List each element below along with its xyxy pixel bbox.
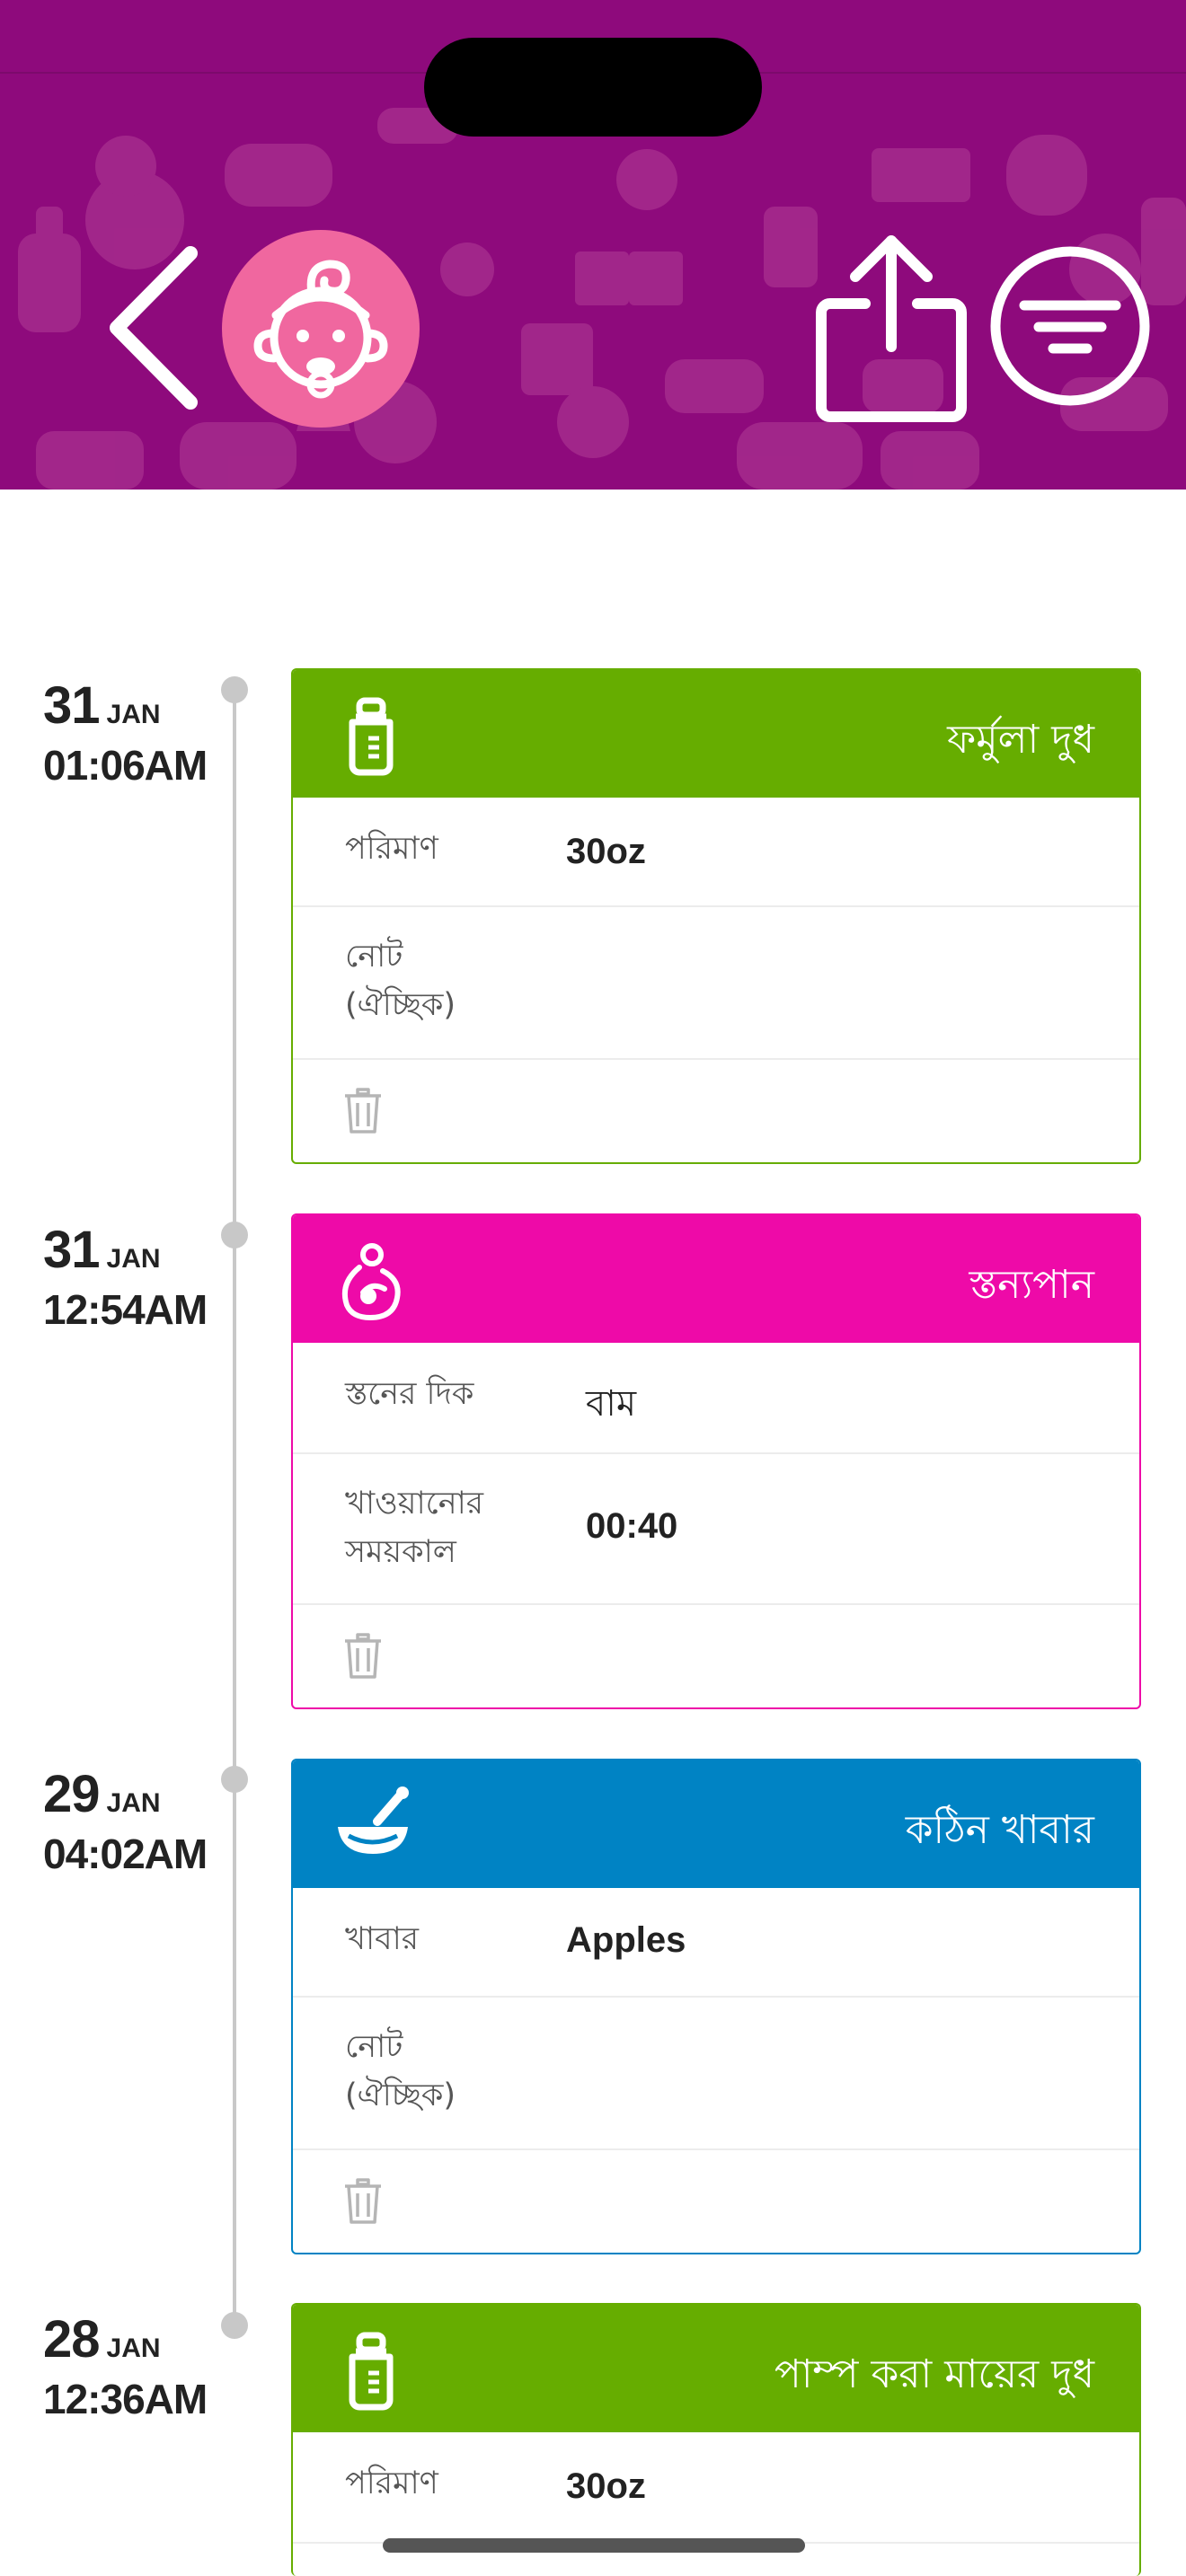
entry-time: 04:02AM xyxy=(43,1831,208,1877)
entry-date: 31 JAN 01:06AM xyxy=(43,675,232,790)
note-label: নোট (ঐচ্ছিক) xyxy=(345,2029,456,2113)
mortar-bowl-icon xyxy=(338,1786,409,1854)
breastfeeding-icon xyxy=(341,1243,401,1321)
food-row: খাবার Apples xyxy=(293,1888,1139,1998)
note-row[interactable]: নোট (ঐচ্ছিক) xyxy=(293,1998,1139,2150)
amount-value: 30oz xyxy=(566,832,646,871)
entry-day: 28 xyxy=(43,2310,101,2369)
entry-day: 31 xyxy=(43,1221,101,1279)
card-title: স্তন্যপান xyxy=(969,1262,1094,1308)
baby-avatar-button[interactable] xyxy=(222,230,420,428)
entry-day: 31 xyxy=(43,676,101,735)
bottle-icon xyxy=(349,2332,394,2411)
amount-value: 30oz xyxy=(566,2466,646,2506)
dynamic-island xyxy=(424,38,762,137)
trash-icon[interactable] xyxy=(343,1085,383,1135)
entry-date: 31 JAN 12:54AM xyxy=(43,1220,232,1334)
solid-food-card[interactable]: কঠিন খাবার খাবার Apples নোট (ঐচ্ছিক) xyxy=(291,1759,1141,2254)
back-button[interactable] xyxy=(101,243,208,413)
card-header: স্তন্যপান xyxy=(293,1215,1139,1343)
card-title: ফর্মুলা দুধ xyxy=(947,717,1094,763)
entry-month: JAN xyxy=(106,2333,161,2363)
food-value: Apples xyxy=(566,1920,686,1960)
amount-row: পরিমাণ 30oz xyxy=(293,2432,1139,2544)
breastfeeding-card[interactable]: স্তন্যপান স্তনের দিক বাম খাওয়ানোর সময়ক… xyxy=(291,1213,1141,1709)
breast-side-label: স্তনের দিক xyxy=(345,1376,474,1412)
feeding-duration-row: খাওয়ানোর সময়কাল 00:40 xyxy=(293,1454,1139,1605)
entry-month: JAN xyxy=(106,1244,161,1274)
entry-month: JAN xyxy=(106,1788,161,1818)
filter-icon xyxy=(990,246,1150,406)
breast-side-row: স্তনের দিক বাম xyxy=(293,1343,1139,1454)
entry-time: 01:06AM xyxy=(43,742,208,789)
entry-time: 12:54AM xyxy=(43,1286,208,1333)
card-title: পাম্প করা মায়ের দুধ xyxy=(774,2351,1094,2397)
amount-label: পরিমাণ xyxy=(345,831,438,867)
bottle-icon xyxy=(349,697,394,776)
note-label: নোট (ঐচ্ছিক) xyxy=(345,939,456,1023)
home-indicator[interactable] xyxy=(383,2538,805,2553)
card-header: পাম্প করা মায়ের দুধ xyxy=(293,2305,1139,2432)
amount-label: পরিমাণ xyxy=(345,2466,438,2501)
pumped-milk-card[interactable]: পাম্প করা মায়ের দুধ পরিমাণ 30oz xyxy=(291,2303,1141,2576)
note-row[interactable]: নোট (ঐচ্ছিক) xyxy=(293,907,1139,1060)
share-button[interactable] xyxy=(816,232,967,424)
filter-button[interactable] xyxy=(988,244,1152,408)
trash-icon[interactable] xyxy=(343,2175,383,2226)
delete-row xyxy=(293,1060,1139,1162)
breast-side-value: বাম xyxy=(586,1383,637,1425)
card-header: কঠিন খাবার xyxy=(293,1760,1139,1888)
feeding-duration-value: 00:40 xyxy=(586,1506,678,1546)
entry-date: 28 JAN 12:36AM xyxy=(43,2309,232,2423)
formula-milk-card[interactable]: ফর্মুলা দুধ পরিমাণ 30oz নোট (ঐচ্ছিক) xyxy=(291,668,1141,1164)
entry-day: 29 xyxy=(43,1765,101,1823)
delete-row xyxy=(293,2150,1139,2253)
entry-time: 12:36AM xyxy=(43,2376,208,2422)
card-header: ফর্মুলা দুধ xyxy=(293,670,1139,798)
entry-month: JAN xyxy=(106,700,161,729)
entry-date: 29 JAN 04:02AM xyxy=(43,1764,232,1878)
timeline-line xyxy=(233,688,236,2327)
baby-face-icon xyxy=(253,260,388,399)
chevron-left-icon xyxy=(110,246,198,410)
card-title: কঠিন খাবার xyxy=(905,1807,1094,1853)
food-label: খাবার xyxy=(345,1921,420,1957)
share-icon xyxy=(816,235,967,422)
trash-icon[interactable] xyxy=(343,1630,383,1681)
delete-row xyxy=(293,1605,1139,1707)
amount-row: পরিমাণ 30oz xyxy=(293,798,1139,907)
feeding-duration-label: খাওয়ানোর সময়কাল xyxy=(345,1486,484,1570)
